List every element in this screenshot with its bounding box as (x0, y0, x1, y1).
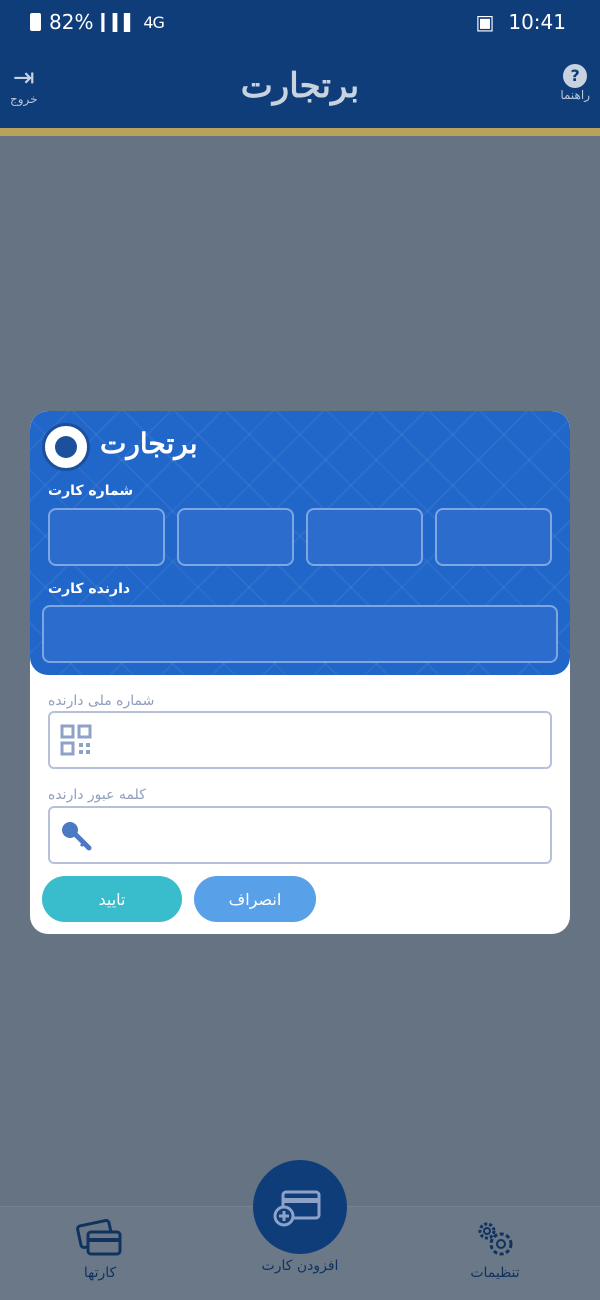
add-card-label: افزودن کارت (261, 1258, 339, 1274)
header-accent-strip (0, 128, 600, 136)
qr-icon (60, 724, 92, 756)
card-holder-field[interactable] (42, 605, 558, 663)
card-logo: برتجارت (100, 427, 200, 460)
card-number-segment-3[interactable] (306, 508, 423, 566)
card-number-segment-1[interactable] (48, 508, 165, 566)
card-preview: برتجارت شماره کارت دارنده کارت (30, 411, 570, 675)
add-card-dialog: برتجارت شماره کارت دارنده کارت شماره ملی… (30, 411, 570, 934)
image-icon: ▣ (475, 10, 495, 34)
status-left: 82% ▎▍▌ 4G (30, 10, 165, 34)
add-card-icon (273, 1190, 321, 1227)
card-number-segment-2[interactable] (177, 508, 294, 566)
confirm-button[interactable]: تایید (42, 876, 182, 922)
clock: 10:41 (508, 10, 566, 34)
password-field[interactable] (48, 806, 552, 864)
status-bar: 82% ▎▍▌ 4G ▣ 10:41 (0, 0, 600, 48)
nav-cards[interactable]: کارتها (60, 1219, 140, 1281)
national-id-label: شماره ملی دارنده (48, 693, 155, 709)
help-icon: ? (563, 64, 588, 88)
status-right: ▣ 10:41 (475, 10, 566, 34)
app-header: ⇥ خروج برتجارت ? راهنما (0, 48, 600, 128)
password-label: کلمه عبور دارنده (48, 787, 146, 803)
nav-settings-label: تنظیمات (470, 1265, 520, 1281)
app-logo: برتجارت (240, 66, 361, 106)
nav-settings[interactable]: تنظیمات (450, 1219, 540, 1281)
signal-icon: ▎▍▌ (101, 12, 136, 32)
gear-icon (478, 1222, 513, 1256)
bank-emblem-icon (42, 423, 90, 471)
key-icon (62, 822, 92, 851)
card-number-segment-4[interactable] (435, 508, 552, 566)
battery-icon (30, 13, 41, 31)
card-holder-label: دارنده کارت (48, 581, 131, 597)
nav-cards-label: کارتها (83, 1265, 117, 1281)
national-id-field[interactable] (48, 711, 552, 769)
card-number-label: شماره کارت (48, 483, 134, 499)
help-button[interactable]: ? راهنما (560, 64, 590, 102)
battery-level: 82% (49, 10, 94, 34)
network-type: 4G (143, 12, 165, 32)
cards-icon (76, 1219, 122, 1256)
cancel-button[interactable]: انصراف (194, 876, 316, 922)
add-card-button[interactable] (253, 1160, 347, 1254)
help-label: راهنما (560, 88, 590, 102)
